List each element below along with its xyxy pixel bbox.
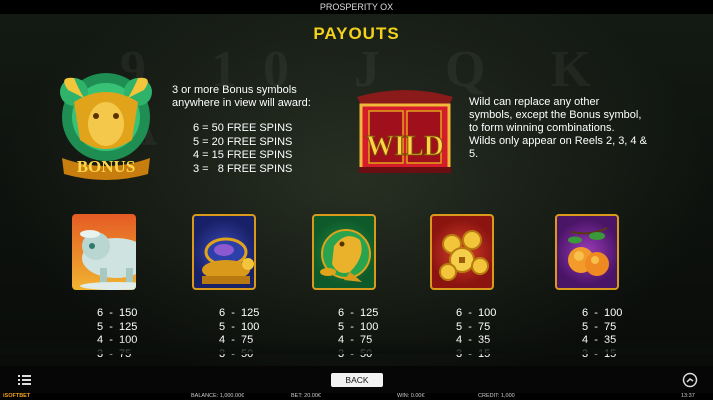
- pay-row: 5 - 75: [456, 320, 491, 333]
- bonus-icon-label: BONUS: [77, 157, 136, 176]
- status-bar: iSOFTBET BALANCE: 1,000.00€ BET: 20.00€ …: [0, 393, 713, 400]
- pay-row: 6 - 100: [582, 307, 623, 319]
- menu-icon[interactable]: [16, 372, 32, 388]
- history-icon[interactable]: [682, 372, 698, 388]
- free-spins-row: 4 = 15 FREE SPINS: [193, 149, 293, 161]
- free-spins-row: 3 = 8 FREE SPINS: [193, 162, 293, 175]
- golden-turtle-icon: [192, 214, 256, 290]
- wild-line: to form winning combinations.: [469, 122, 615, 134]
- bet-readout: BET: 20.00€: [291, 393, 321, 399]
- bonus-line-2: anywhere in view will award:: [172, 97, 311, 109]
- credit-readout: CREDIT: 1,000: [478, 393, 515, 399]
- bonus-line-1: 3 or more Bonus symbols: [172, 84, 297, 96]
- free-spins-table: 6 = 50 FREE SPINS 5 = 20 FREE SPINS 4 = …: [193, 122, 292, 176]
- window-title-bar: PROSPERITY OX: [0, 0, 713, 14]
- wild-line: symbols, except the Bonus symbol,: [469, 109, 642, 121]
- scroll-fade: [0, 340, 713, 354]
- wild-line: 5.: [469, 148, 479, 160]
- wild-description: Wild can replace any other symbols, exce…: [469, 96, 647, 161]
- wild-line: Wild can replace any other: [469, 96, 600, 108]
- golden-fish-icon: [312, 214, 376, 290]
- back-button[interactable]: BACK: [331, 373, 383, 387]
- free-spins-row: 6 = 50 FREE SPINS: [193, 122, 293, 134]
- window-title: PROSPERITY OX: [319, 2, 394, 12]
- free-spins-row: 5 = 20 FREE SPINS: [193, 135, 293, 148]
- brand-logo: iSOFTBET: [3, 393, 31, 399]
- pay-row: 5 - 75: [582, 320, 617, 333]
- pay-row: 6 - 150: [97, 307, 138, 319]
- jade-ox-icon: [72, 214, 136, 290]
- balance-readout: BALANCE: 1,000.00€: [191, 393, 245, 399]
- wild-line: Wilds only appear on Reels 2, 3, 4 &: [469, 135, 647, 147]
- wild-icon-label: WILD: [366, 131, 444, 162]
- peaches-icon: [555, 214, 619, 290]
- pay-row: 6 - 125: [338, 307, 379, 319]
- pay-row: 6 - 125: [219, 307, 260, 319]
- win-readout: WIN: 0.00€: [397, 393, 425, 399]
- clock: 13:37: [681, 393, 695, 399]
- bonus-symbol-icon: BONUS: [60, 73, 152, 180]
- pay-row: 6 - 100: [456, 307, 497, 319]
- bonus-description: 3 or more Bonus symbols anywhere in view…: [172, 84, 311, 110]
- pay-row: 5 - 125: [97, 320, 138, 333]
- pay-row: 5 - 100: [338, 320, 379, 333]
- page-title: PAYOUTS: [313, 24, 400, 43]
- pay-row: 5 - 100: [219, 320, 260, 333]
- gold-coins-icon: [430, 214, 494, 290]
- wild-symbol-icon: WILD: [357, 90, 453, 173]
